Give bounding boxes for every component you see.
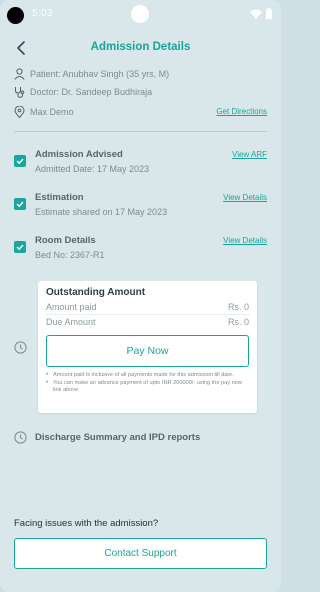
payment-notes: Amount paid is inclusive of all payments… [46, 372, 247, 396]
due-amount-row: Due Amount Rs. 0 [46, 317, 249, 327]
step-admission-advised: Admission Advised Admitted Date: 17 May … [14, 149, 267, 183]
contact-support-button[interactable]: Contact Support [14, 538, 267, 569]
person-icon [14, 68, 25, 80]
clock-icon [14, 431, 27, 444]
note-item: Amount paid is inclusive of all payments… [46, 372, 247, 379]
patient-row: Patient: Anubhav Singh (35 yrs, M) [14, 68, 169, 80]
checkmark-icon [16, 158, 24, 165]
clock-icon [14, 341, 27, 354]
step-subtitle: Bed No: 2367-R1 [35, 250, 105, 260]
outstanding-amount-card: Outstanding Amount Amount paid Rs. 0 Due… [38, 281, 257, 413]
status-icons [250, 8, 273, 19]
amount-paid-row: Amount paid Rs. 0 [46, 302, 249, 312]
step-room-details: Room Details Bed No: 2367-R1 View Detail… [14, 235, 267, 269]
checkmark-icon [16, 201, 24, 208]
camera-cutout [7, 7, 24, 24]
pay-now-button[interactable]: Pay Now [46, 335, 249, 367]
note-item: You can make an advance payment of upto … [46, 380, 247, 394]
amount-paid-label: Amount paid [46, 302, 97, 312]
page-title: Admission Details [90, 41, 191, 53]
hospital-row: Max Demo [14, 106, 74, 118]
step-title: Admission Advised [35, 149, 123, 160]
checkbox-checked [14, 198, 26, 210]
patient-name: Patient: Anubhav Singh (35 yrs, M) [30, 69, 170, 79]
checkbox-checked [14, 241, 26, 253]
step-title: Estimation [35, 192, 84, 203]
wifi-icon [250, 9, 262, 19]
step-title: Room Details [35, 235, 96, 246]
status-bar: 5:03 [0, 0, 281, 28]
battery-icon [266, 8, 272, 19]
discharge-summary-label: Discharge Summary and IPD reports [35, 432, 201, 443]
hospital-name: Max Demo [30, 107, 74, 117]
front-camera [131, 5, 149, 23]
step-estimation: Estimation Estimate shared on 17 May 202… [14, 192, 267, 226]
view-estimation-details-link[interactable]: View Details [223, 193, 267, 202]
stethoscope-icon [15, 87, 25, 98]
step-subtitle: Admitted Date: 17 May 2023 [35, 164, 150, 174]
row-divider [46, 314, 249, 315]
amount-paid-value: Rs. 0 [227, 302, 249, 312]
divider [14, 131, 267, 132]
app-screen: 5:03 Admission Details Patient: Anubhav … [0, 0, 281, 592]
discharge-summary-row[interactable]: Discharge Summary and IPD reports [14, 431, 200, 444]
view-arf-link[interactable]: View ARF [232, 150, 267, 159]
doctor-name: Doctor: Dr. Sandeep Budhiraja [30, 87, 153, 97]
checkbox-checked [14, 155, 26, 167]
doctor-row: Doctor: Dr. Sandeep Budhiraja [14, 86, 152, 98]
status-time: 5:03 [32, 8, 53, 19]
card-title: Outstanding Amount [46, 287, 146, 298]
due-amount-label: Due Amount [46, 317, 96, 327]
get-directions-link[interactable]: Get Directions [216, 107, 267, 116]
support-prompt: Facing issues with the admission? [14, 518, 159, 529]
checkmark-icon [16, 244, 24, 251]
view-room-details-link[interactable]: View Details [223, 236, 267, 245]
due-amount-value: Rs. 0 [227, 317, 249, 327]
location-pin-icon [14, 106, 25, 118]
step-subtitle: Estimate shared on 17 May 2023 [35, 207, 168, 217]
